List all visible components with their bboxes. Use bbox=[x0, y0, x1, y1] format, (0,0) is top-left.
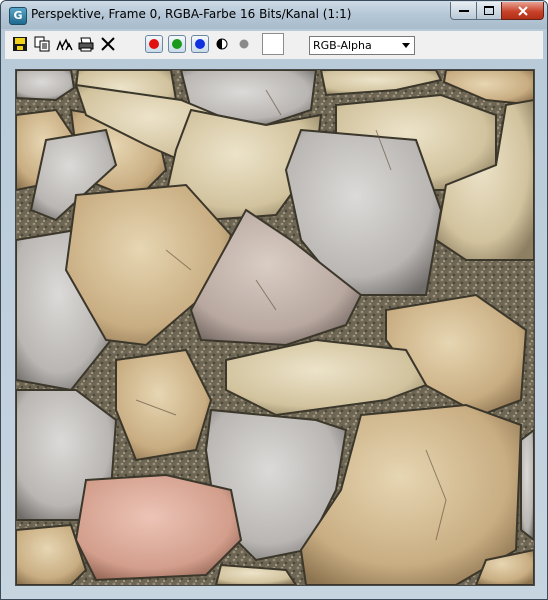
monochrome-icon[interactable] bbox=[213, 35, 231, 53]
green-dot-icon bbox=[172, 39, 182, 49]
blue-dot-icon bbox=[195, 39, 205, 49]
minimize-button[interactable] bbox=[450, 2, 477, 20]
background-color-swatch[interactable] bbox=[262, 33, 284, 55]
image-viewport[interactable] bbox=[15, 69, 535, 586]
chevron-down-icon bbox=[402, 43, 410, 48]
print-icon[interactable] bbox=[77, 35, 95, 53]
channel-display-value: RGB-Alpha bbox=[313, 39, 372, 52]
green-channel-button[interactable] bbox=[168, 35, 186, 53]
toolbar: RGB-Alpha bbox=[5, 31, 543, 59]
clone-icon[interactable] bbox=[55, 35, 73, 53]
save-icon[interactable] bbox=[11, 35, 29, 53]
window-title: Perspektive, Frame 0, RGBA-Farbe 16 Bits… bbox=[31, 7, 352, 21]
render-window: G Perspektive, Frame 0, RGBA-Farbe 16 Bi… bbox=[0, 0, 548, 600]
channel-display-select[interactable]: RGB-Alpha bbox=[309, 36, 415, 55]
close-icon bbox=[517, 5, 528, 16]
blue-channel-button[interactable] bbox=[191, 35, 209, 53]
red-dot-icon bbox=[149, 39, 159, 49]
clear-icon[interactable] bbox=[99, 35, 117, 53]
red-channel-button[interactable] bbox=[145, 35, 163, 53]
alpha-channel-icon[interactable] bbox=[235, 35, 253, 53]
stone-pavement-texture bbox=[16, 70, 534, 585]
app-icon: G bbox=[9, 7, 27, 25]
maximize-icon bbox=[484, 6, 494, 15]
title-bar[interactable]: G Perspektive, Frame 0, RGBA-Farbe 16 Bi… bbox=[1, 1, 547, 29]
copy-icon[interactable] bbox=[33, 35, 51, 53]
close-button[interactable] bbox=[501, 2, 544, 20]
maximize-button[interactable] bbox=[476, 2, 502, 20]
minimize-icon bbox=[458, 9, 469, 12]
